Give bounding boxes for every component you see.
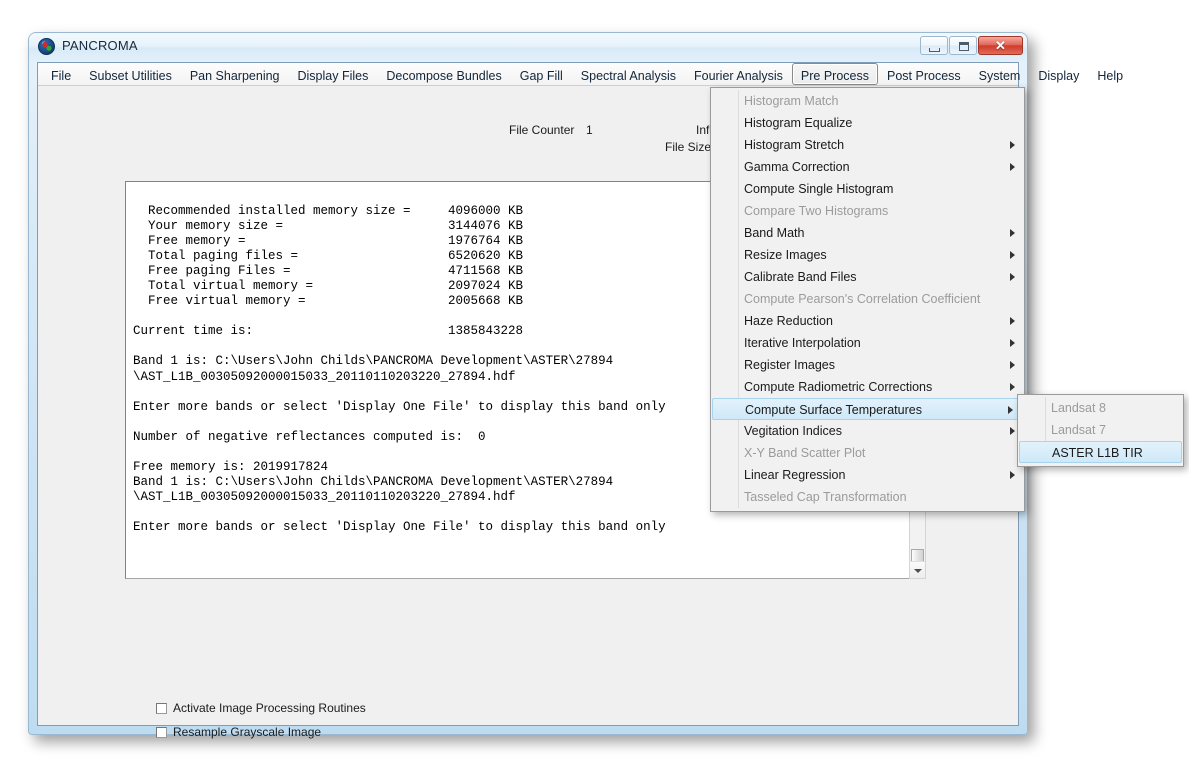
file-counter-label: File Counter <box>509 123 575 137</box>
menu-item-compare-two-histograms: Compare Two Histograms <box>711 200 1024 222</box>
pre-process-dropdown-menu[interactable]: Histogram Match Histogram Equalize Histogr… <box>710 87 1025 512</box>
menu-item-register-images[interactable]: Register Images <box>711 354 1024 376</box>
menubar-item-pre-process[interactable]: Pre Process <box>791 63 879 85</box>
checkbox-box-icon[interactable] <box>156 702 167 714</box>
menu-item-band-math[interactable]: Band Math <box>711 222 1024 244</box>
menu-bar: File Subset Utilities Pan Sharpening Displa… <box>38 63 1123 86</box>
scroll-down-arrow-icon[interactable] <box>910 561 925 578</box>
menu-item-label: Compute Single Histogram <box>744 182 894 196</box>
menu-item-label: Compute Radiometric Corrections <box>744 380 933 394</box>
submenu-item-aster-l1b-tir[interactable]: ASTER L1B TIR <box>1019 441 1182 463</box>
submenu-item-label: Landsat 8 <box>1051 401 1106 415</box>
menu-item-vegitation-indices[interactable]: Vegitation Indices <box>711 420 1024 442</box>
menu-item-haze-reduction[interactable]: Haze Reduction <box>711 310 1024 332</box>
checkbox-resample-grayscale-image[interactable]: Resample Grayscale Image <box>156 725 321 739</box>
submenu-arrow-icon <box>1010 251 1015 259</box>
title-bar: PANCROMA ✕ <box>29 33 1027 62</box>
menubar-item-decompose-bundles[interactable]: Decompose Bundles <box>377 63 510 85</box>
menu-item-tasseled-cap-transformation: Tasseled Cap Transformation <box>711 486 1024 508</box>
menu-item-label: Compare Two Histograms <box>744 204 889 218</box>
menu-item-label: Haze Reduction <box>744 314 833 328</box>
submenu-arrow-icon <box>1010 229 1015 237</box>
caption-buttons: ✕ <box>920 36 1023 55</box>
menu-item-label: Calibrate Band Files <box>744 270 857 284</box>
menu-item-label: Gamma Correction <box>744 160 850 174</box>
menubar-item-display-files[interactable]: Display Files <box>289 63 378 85</box>
menu-item-histogram-stretch[interactable]: Histogram Stretch <box>711 134 1024 156</box>
submenu-arrow-icon <box>1010 273 1015 281</box>
menubar-item-spectral-analysis[interactable]: Spectral Analysis <box>572 63 685 85</box>
menu-item-resize-images[interactable]: Resize Images <box>711 244 1024 266</box>
menubar-item-system[interactable]: System <box>970 63 1030 85</box>
menu-item-compute-radiometric-corrections[interactable]: Compute Radiometric Corrections <box>711 376 1024 398</box>
checkbox-label: Activate Image Processing Routines <box>173 701 366 715</box>
menu-item-label: Histogram Stretch <box>744 138 845 152</box>
menu-item-iterative-interpolation[interactable]: Iterative Interpolation <box>711 332 1024 354</box>
submenu-item-landsat-8: Landsat 8 <box>1018 397 1183 419</box>
menu-item-compute-surface-temperatures[interactable]: Compute Surface Temperatures <box>712 398 1023 420</box>
menu-item-calibrate-band-files[interactable]: Calibrate Band Files <box>711 266 1024 288</box>
window-title: PANCROMA <box>62 38 138 53</box>
submenu-arrow-icon <box>1010 141 1015 149</box>
menubar-item-file[interactable]: File <box>42 63 80 85</box>
menu-item-label: Histogram Equalize <box>744 116 853 130</box>
menu-item-label: Linear Regression <box>744 468 846 482</box>
submenu-arrow-icon <box>1008 406 1013 414</box>
menu-item-label: Band Math <box>744 226 805 240</box>
checkbox-label: Resample Grayscale Image <box>173 725 322 739</box>
file-counter-value: 1 <box>586 123 593 137</box>
menu-item-label: Resize Images <box>744 248 827 262</box>
menu-item-label: Register Images <box>744 358 836 372</box>
menu-item-linear-regression[interactable]: Linear Regression <box>711 464 1024 486</box>
submenu-item-label: ASTER L1B TIR <box>1052 446 1143 460</box>
menu-item-x-y-band-scatter-plot: X-Y Band Scatter Plot <box>711 442 1024 464</box>
globe-icon <box>38 38 55 55</box>
menu-item-compute-pearson-s-correlation-coefficient: Compute Pearson's Correlation Coefficien… <box>711 288 1024 310</box>
submenu-arrow-icon <box>1010 383 1015 391</box>
compute-surface-temperatures-submenu[interactable]: Landsat 8 Landsat 7 ASTER L1B TIR <box>1017 394 1184 467</box>
submenu-arrow-icon <box>1010 471 1015 479</box>
menubar-item-pan-sharpening[interactable]: Pan Sharpening <box>181 63 289 85</box>
menu-item-label: X-Y Band Scatter Plot <box>744 446 866 460</box>
maximize-button[interactable] <box>949 36 977 55</box>
file-size-label: File Size <box>665 140 712 154</box>
menu-item-compute-single-histogram[interactable]: Compute Single Histogram <box>711 178 1024 200</box>
submenu-arrow-icon <box>1010 317 1015 325</box>
submenu-arrow-icon <box>1010 361 1015 369</box>
menu-item-histogram-match: Histogram Match <box>711 90 1024 112</box>
menu-item-label: Vegitation Indices <box>744 424 842 438</box>
checkbox-activate-image-processing-routines[interactable]: Activate Image Processing Routines <box>156 701 366 715</box>
submenu-arrow-icon <box>1010 163 1015 171</box>
menubar-item-subset-utilities[interactable]: Subset Utilities <box>80 63 181 85</box>
close-button[interactable]: ✕ <box>978 36 1023 55</box>
submenu-item-landsat-7: Landsat 7 <box>1018 419 1183 441</box>
menu-item-label: Tasseled Cap Transformation <box>744 490 907 504</box>
submenu-arrow-icon <box>1010 339 1015 347</box>
menubar-item-help[interactable]: Help <box>1088 63 1132 85</box>
menu-item-label: Compute Surface Temperatures <box>745 403 922 417</box>
menu-item-histogram-equalize[interactable]: Histogram Equalize <box>711 112 1024 134</box>
menubar-item-display[interactable]: Display <box>1029 63 1088 85</box>
checkbox-box-icon[interactable] <box>156 726 167 738</box>
submenu-arrow-icon <box>1010 427 1015 435</box>
screen: PANCROMA ✕ File Subset Utilities Pan Sharp… <box>0 0 1189 779</box>
submenu-item-label: Landsat 7 <box>1051 423 1106 437</box>
menu-item-label: Iterative Interpolation <box>744 336 861 350</box>
minimize-button[interactable] <box>920 36 948 55</box>
menu-item-label: Histogram Match <box>744 94 839 108</box>
menu-item-label: Compute Pearson's Correlation Coefficien… <box>744 292 981 306</box>
menubar-item-gap-fill[interactable]: Gap Fill <box>511 63 572 85</box>
console-text: Recommended installed memory size = 4096… <box>133 204 666 534</box>
menu-item-gamma-correction[interactable]: Gamma Correction <box>711 156 1024 178</box>
menubar-item-fourier-analysis[interactable]: Fourier Analysis <box>685 63 792 85</box>
menubar-item-post-process[interactable]: Post Process <box>878 63 970 85</box>
